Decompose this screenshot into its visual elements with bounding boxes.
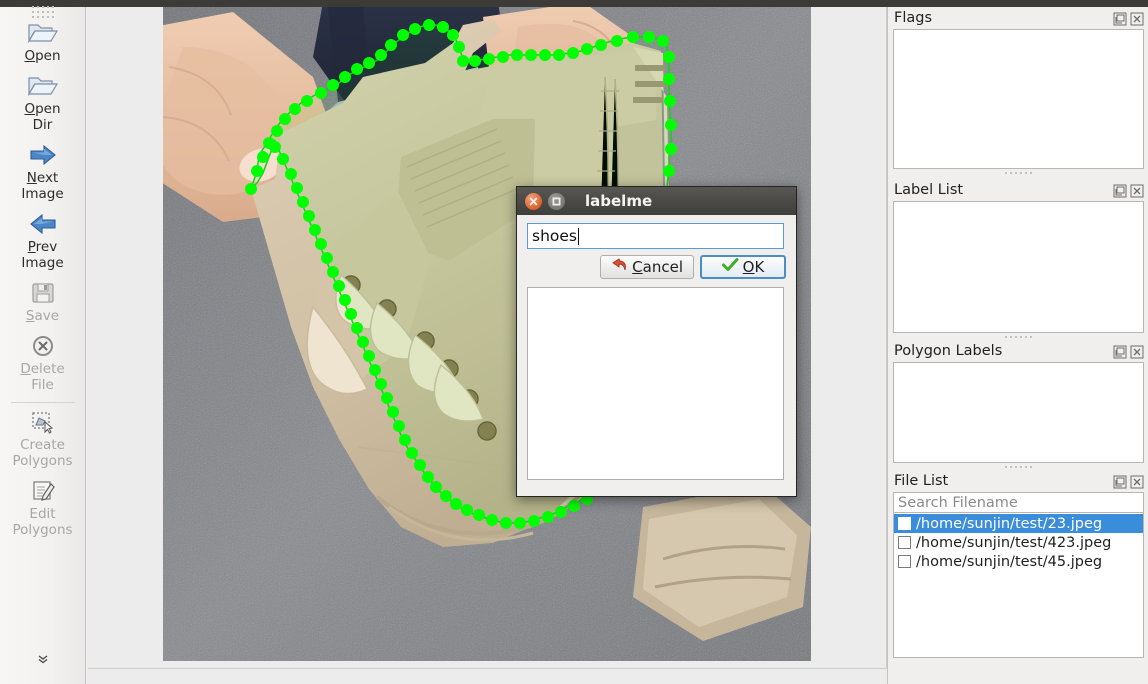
left-toolbar: Open Open Dir Next Image Prev Image Save… [0,5,86,684]
file-path: /home/sunjin/test/423.jpeg [916,534,1112,551]
dock-title-file-list: File List [889,470,1148,492]
dock-title-polygon-labels: Polygon Labels [889,340,1148,362]
ok-button[interactable]: OK [700,255,786,279]
file-path: /home/sunjin/test/45.jpeg [916,553,1103,570]
floppy-disk-icon [28,278,58,308]
toolbar-item-open[interactable]: Open [0,16,86,69]
text-caret [578,227,579,245]
delete-circle-icon [30,331,56,361]
list-item[interactable]: /home/sunjin/test/423.jpeg [894,533,1143,552]
toolbar-item-edit-polygons[interactable]: Edit Polygons [0,474,86,543]
open-folder-icon [26,71,60,101]
cancel-mnemonic: C [632,258,643,276]
file-path: /home/sunjin/test/23.jpeg [916,515,1103,532]
toolbar-label-save-mn: S [25,308,35,324]
dialog-title: labelme [585,192,653,210]
toolbar-label-open-dir-mn: O [24,101,36,117]
close-icon[interactable] [1130,344,1144,359]
dock-title-label-file-list: File List [894,473,949,489]
list-item[interactable]: /home/sunjin/test/45.jpeg [894,552,1143,571]
toolbar-label-edit-polygons: Edit Polygons [12,506,73,538]
dock-panel-flags: Flags [889,7,1148,177]
toolbar-item-next-image[interactable]: Next Image [0,138,86,207]
float-icon[interactable] [1113,183,1127,198]
file-checkbox[interactable] [898,536,911,549]
toolbar-drag-handle[interactable] [0,5,85,18]
list-item[interactable]: /home/sunjin/test/23.jpeg [894,514,1143,533]
dock-title-label-flags: Flags [894,10,933,26]
cancel-button[interactable]: Cancel [600,255,694,279]
create-polygon-icon [29,407,57,437]
dock-title-label-polygon-labels: Polygon Labels [894,343,1003,359]
dock-panel-file-list: File List /home/sunjin/test/23.jpeg [889,470,1148,658]
label-list[interactable] [893,201,1144,333]
file-checkbox[interactable] [898,555,911,568]
dock-title-label-list: Label List [889,179,1148,201]
toolbar-label-open-mn: O [24,48,36,64]
search-filename-box[interactable] [893,492,1144,513]
arrow-right-icon [26,140,60,170]
toolbar-label-create-polygons: Create Polygons [12,437,73,469]
toolbar-label-prev-mn: P [27,239,36,255]
toolbar-separator [10,402,75,403]
float-icon[interactable] [1113,474,1127,489]
check-icon [721,258,739,276]
right-dock: Flags Label List Polygon Labels File Lis… [889,7,1148,684]
toolbar-item-create-polygons[interactable]: Create Polygons [0,405,86,474]
close-icon[interactable] [1130,11,1144,26]
dock-title-flags: Flags [889,7,1148,29]
dock-panel-label-list: Label List [889,179,1148,341]
undo-arrow-icon [611,257,628,277]
window-close-icon[interactable] [525,192,542,210]
open-folder-icon [26,18,60,48]
float-icon[interactable] [1113,344,1127,359]
toolbar-item-save[interactable]: Save [0,276,86,329]
window-maximize-icon[interactable] [548,192,565,210]
label-text-field[interactable]: shoes [527,223,784,249]
window-top-strip [0,0,1148,7]
float-icon[interactable] [1113,11,1127,26]
toolbar-label-open: pen [35,48,61,64]
toolbar-overflow-chevron-icon[interactable] [36,653,50,668]
label-suggestion-list[interactable] [527,287,784,480]
flags-list[interactable] [893,29,1144,169]
file-list-items[interactable]: /home/sunjin/test/23.jpeg /home/sunjin/t… [893,513,1144,658]
dock-title-label-label-list: Label List [894,182,964,198]
labelme-window: Open Open Dir Next Image Prev Image Save… [0,0,1148,684]
toolbar-item-delete-file[interactable]: Delete File [0,329,86,398]
ok-mnemonic: O [742,258,755,276]
close-icon[interactable] [1130,474,1144,489]
toolbar-item-prev-image[interactable]: Prev Image [0,207,86,276]
toolbar-item-open-dir[interactable]: Open Dir [0,69,86,138]
arrow-left-icon [26,209,60,239]
toolbar-label-next-mn: N [26,170,37,186]
dialog-titlebar[interactable]: labelme [517,187,796,215]
file-checkbox[interactable] [898,517,911,530]
label-dialog: labelme shoes Cancel OK [516,186,797,497]
dock-splitter[interactable] [889,169,1148,177]
edit-polygon-icon [29,476,57,506]
search-input[interactable] [898,494,1139,511]
label-text-value: shoes [532,227,577,245]
polygon-labels-list[interactable] [893,362,1144,463]
close-icon[interactable] [1130,183,1144,198]
toolbar-label-delete-mn: D [20,361,31,377]
dock-panel-polygon-labels: Polygon Labels [889,340,1148,471]
